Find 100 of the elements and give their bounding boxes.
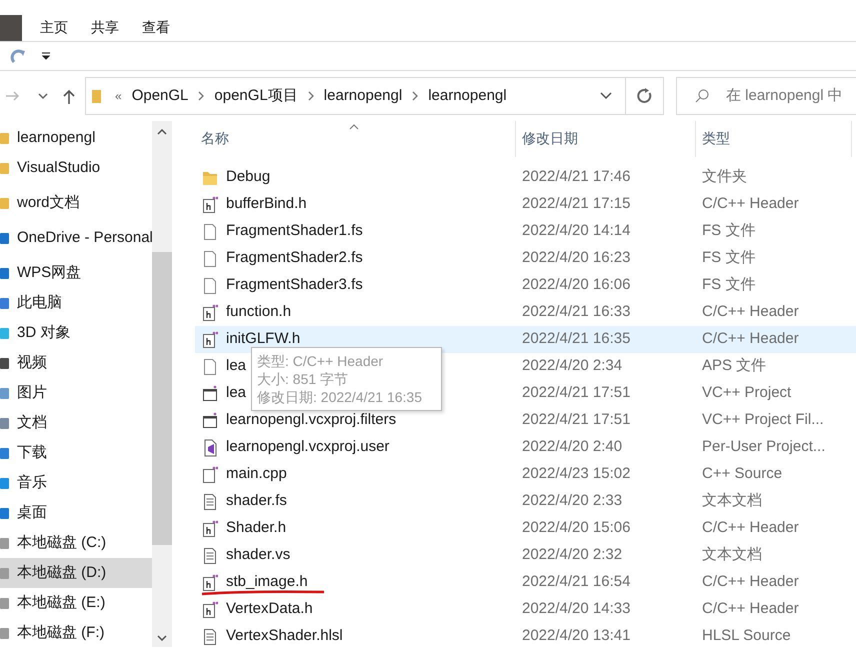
date-cell-text: 2022/4/21 16:54 (522, 572, 632, 592)
sort-caret-icon (349, 124, 359, 130)
chevron-down-icon[interactable] (38, 92, 48, 100)
chevron-right-icon[interactable] (198, 91, 204, 101)
date-cell-text: 2022/4/21 16:35 (522, 329, 632, 350)
ribbon-tab[interactable]: 共享 (90, 17, 120, 38)
file-icon (202, 222, 218, 240)
sidebar-item[interactable]: 文档 (0, 408, 152, 438)
sidebar-item[interactable]: 下载 (0, 438, 152, 468)
sidebar-item[interactable]: 本地磁盘 (E:) (0, 588, 152, 618)
file-icon (202, 358, 218, 376)
address-bar[interactable]: « OpenGL openGL项目 learnopengl learnopengl (85, 77, 626, 115)
scrollbar[interactable] (152, 121, 172, 647)
file-name: main.cpp (226, 464, 287, 484)
date-cell-text: 2022/4/20 15:06 (522, 518, 632, 538)
column-header[interactable]: 名称 (195, 121, 516, 157)
header-file-icon (202, 574, 218, 592)
sidebar-item[interactable]: 图片 (0, 378, 152, 408)
column-header[interactable]: 修改日期 (516, 121, 696, 157)
date-cell-text: 2022/4/20 16:23 (522, 248, 632, 268)
header-file-icon (202, 520, 218, 538)
type-cell-text: 文本文档 (702, 545, 762, 566)
type-cell-text: Per-User Project... (702, 437, 826, 458)
date-cell-text: 2022/4/21 17:15 (522, 194, 632, 214)
type-cell-text: C/C++ Header (702, 329, 799, 350)
chevron-right-icon[interactable] (308, 91, 314, 101)
sidebar-item[interactable]: learnopengl (0, 123, 152, 153)
chevron-down-icon[interactable] (600, 92, 612, 100)
date-cell-text: 2022/4/21 16:33 (522, 302, 632, 322)
sidebar-item[interactable]: 视频 (0, 348, 152, 378)
sidebar-item[interactable]: VisualStudio (0, 153, 152, 183)
type-cell-text: APS 文件 (702, 356, 766, 376)
sidebar-item[interactable]: 音乐 (0, 468, 152, 498)
sidebar-item[interactable]: WPS网盘 (0, 258, 152, 288)
type-cell-text: VC++ Project (702, 383, 792, 404)
highlighted-row[interactable]: initGLFW.h 2022/4/21 16:35 C/C++ Header (195, 326, 856, 353)
tooltip-line: 大小: 851 字节 (257, 370, 350, 388)
tooltip-line: 修改日期: 2022/4/21 16:35 (257, 388, 423, 406)
type-cell-text: 文本文档 (702, 491, 762, 512)
type-cell-text: FS 文件 (702, 248, 756, 268)
tooltip-line: 类型: C/C++ Header (257, 352, 384, 370)
ribbon-tab[interactable]: 查看 (141, 17, 171, 38)
file-icon (202, 276, 218, 294)
refresh-icon (636, 88, 652, 104)
overflow-marker[interactable]: « (115, 87, 122, 105)
file-name: stb_image.h (226, 571, 308, 594)
type-cell-text: C/C++ Header (702, 518, 799, 538)
date-cell-text: 2022/4/20 13:41 (522, 626, 632, 646)
redo-icon[interactable] (10, 47, 28, 65)
sidebar-item[interactable]: 桌面 (0, 498, 152, 528)
header-file-icon (202, 196, 218, 214)
refresh-button[interactable] (626, 77, 664, 115)
file-name: shader.fs (226, 491, 287, 512)
breadcrumb[interactable]: openGL项目 (214, 84, 298, 108)
file-icon (202, 250, 218, 268)
sidebar-item[interactable]: OneDrive - Personal (0, 223, 152, 253)
date-cell-text: 2022/4/20 14:14 (522, 221, 632, 242)
breadcrumb[interactable]: OpenGL (132, 84, 188, 108)
header-file-icon (202, 304, 218, 322)
visual-studio-file-icon (202, 438, 218, 456)
file-name: learnopengl.vcxproj.filters (226, 410, 396, 430)
sidebar-item[interactable]: 本地磁盘 (D:) (0, 558, 152, 588)
sidebar-item[interactable]: 本地磁盘 (F:) (0, 618, 152, 648)
date-cell-text: 2022/4/20 16:06 (522, 275, 632, 296)
up-arrow-icon[interactable] (63, 88, 75, 104)
type-cell-text: C/C++ Header (702, 302, 799, 322)
file-name: FragmentShader1.fs (226, 221, 363, 242)
scroll-down-icon[interactable] (157, 635, 167, 641)
dropdown-icon[interactable] (42, 52, 50, 60)
date-cell-text: 2022/4/20 14:33 (522, 599, 632, 620)
scrollbar-thumb[interactable] (152, 252, 172, 545)
project-file-icon (202, 412, 218, 430)
type-cell-text: VC++ Project Fil... (702, 410, 824, 430)
date-cell-text: 2022/4/21 17:51 (522, 383, 632, 404)
sidebar-item[interactable]: 本地磁盘 (C:) (0, 528, 152, 558)
date-cell-text: 2022/4/21 17:51 (522, 410, 632, 430)
search-field[interactable]: 在 learnopengl 中 (676, 77, 856, 115)
date-cell-text: 2022/4/20 2:40 (522, 437, 624, 458)
text-file-icon (202, 546, 218, 564)
ribbon-tab[interactable]: 主页 (39, 17, 69, 38)
file-name: shader.vs (226, 545, 290, 566)
sidebar-item[interactable]: 此电脑 (0, 288, 152, 318)
file-name: bufferBind.h (226, 194, 307, 214)
sidebar-item[interactable]: word文档 (0, 188, 152, 218)
breadcrumb[interactable]: learnopengl (324, 84, 402, 108)
sidebar-item[interactable]: 3D 对象 (0, 318, 152, 348)
date-cell-text: 2022/4/23 15:02 (522, 464, 632, 484)
type-cell-text: C/C++ Header (702, 194, 799, 214)
chevron-right-icon[interactable] (412, 91, 418, 101)
cpp-file-icon (202, 466, 218, 484)
file-name: Debug (226, 167, 270, 188)
project-file-icon (202, 384, 218, 402)
type-cell-text: C++ Source (702, 464, 782, 484)
column-header[interactable]: 类型 (696, 121, 852, 157)
scroll-up-icon[interactable] (157, 129, 167, 135)
type-cell-text: FS 文件 (702, 221, 756, 242)
breadcrumb[interactable]: learnopengl (428, 84, 507, 108)
file-name: function.h (226, 302, 292, 322)
file-name: initGLFW.h (226, 329, 300, 350)
date-cell-text: 2022/4/20 2:32 (522, 545, 624, 566)
